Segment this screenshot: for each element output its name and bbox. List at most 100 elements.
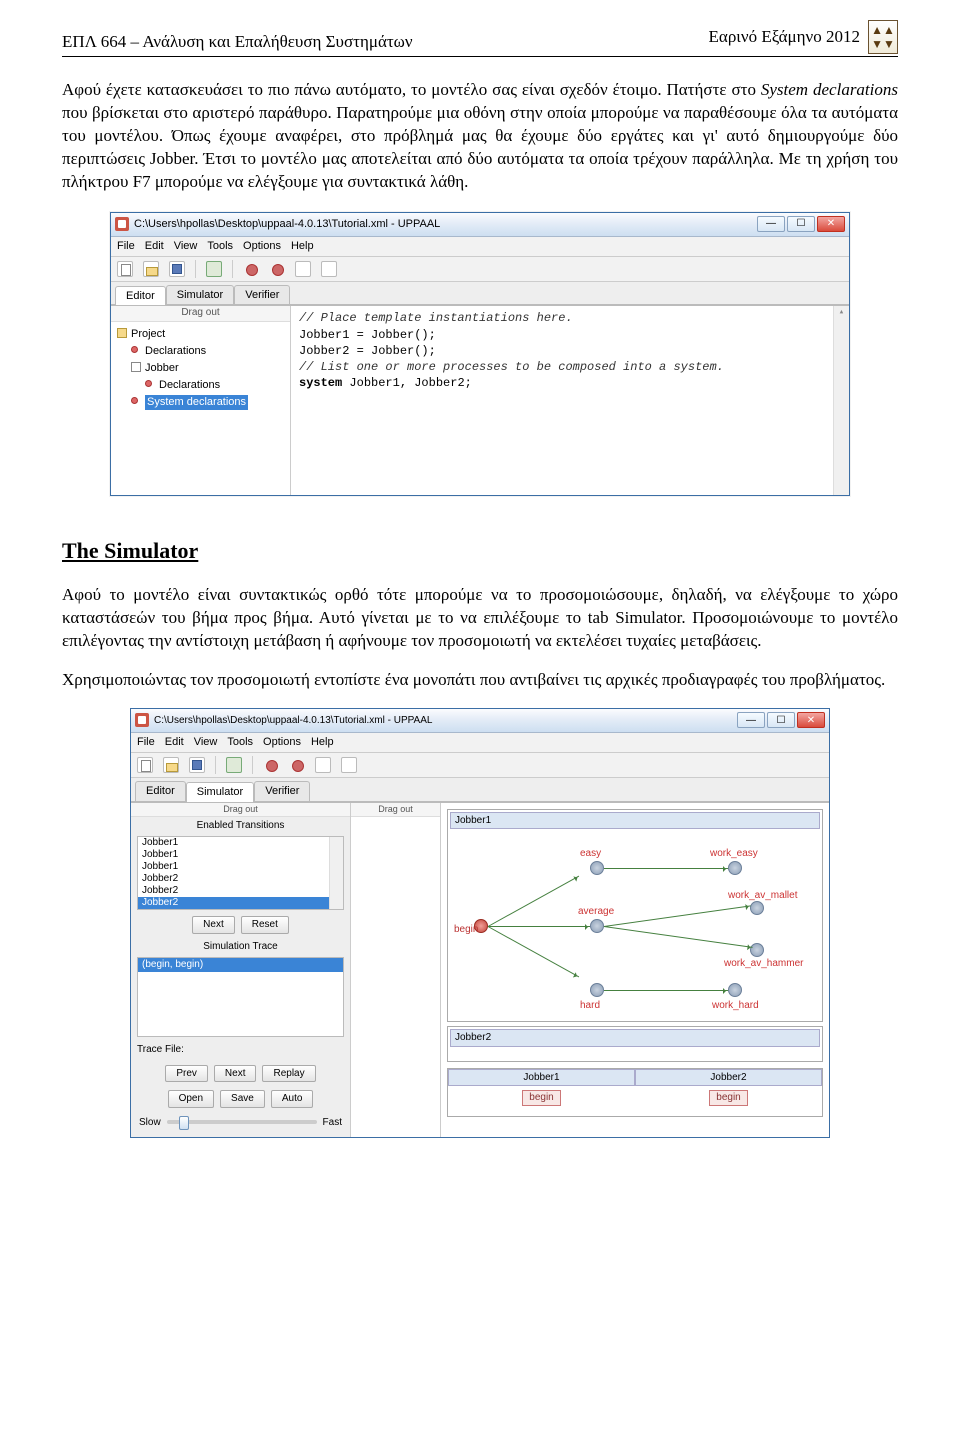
graph-edge [604,905,751,927]
intro-paragraph: Αφού έχετε κατασκευάσει το πιο πάνω αυτό… [62,79,898,194]
trace-file-label: Trace File: [131,1039,350,1061]
next-button[interactable]: Next [192,916,235,934]
prev-button[interactable]: Prev [165,1065,208,1083]
enabled-transitions-list[interactable]: Jobber1 Jobber1 Jobber1 Jobber2 Jobber2 … [137,836,344,910]
simulator-paragraph-2: Χρησιμοποιώντας τον προσομοιωτή εντοπίστ… [62,669,898,692]
tree-template-declarations[interactable]: Declarations [145,377,286,394]
seq-state-jobber1: begin [522,1090,560,1106]
automaton-graph[interactable]: begin average easy hard work_easy [450,831,820,1019]
list-item[interactable]: Jobber2 [138,897,343,909]
list-item[interactable]: Jobber1 [138,837,343,849]
tree-jobber-template[interactable]: Jobber [131,360,286,377]
menu-view[interactable]: View [194,735,218,750]
template-icon[interactable] [226,757,242,773]
sequence-diagram: Jobber1 Jobber2 begin begin [447,1068,823,1118]
save-icon[interactable] [169,261,185,277]
tab-verifier[interactable]: Verifier [254,781,310,801]
app-icon [115,217,129,231]
maximize-button[interactable]: ☐ [767,712,795,728]
code-editor[interactable]: // Place template instantiations here. J… [291,306,849,495]
maximize-button[interactable]: ☐ [787,216,815,232]
declarations-icon [131,397,138,404]
edge-tool-icon[interactable] [315,757,331,773]
node-work-hard[interactable] [728,983,742,997]
save-icon[interactable] [189,757,205,773]
close-button[interactable]: ✕ [797,712,825,728]
menu-edit[interactable]: Edit [165,735,184,750]
location-tool-icon[interactable] [243,261,259,277]
template-icon[interactable] [206,261,222,277]
menu-view[interactable]: View [174,239,198,254]
tab-verifier[interactable]: Verifier [234,285,290,305]
auto-button[interactable]: Auto [271,1090,314,1108]
tree-system-declarations[interactable]: System declarations [131,394,286,411]
tab-editor[interactable]: Editor [115,286,166,306]
menu-options[interactable]: Options [263,735,301,750]
list-item[interactable]: Jobber2 [138,873,343,885]
tab-simulator[interactable]: Simulator [166,285,234,305]
speed-slider[interactable] [167,1120,317,1124]
window-title: C:\Users\hpollas\Desktop\uppaal-4.0.13\T… [154,714,432,728]
nail-tool-icon[interactable] [341,757,357,773]
minimize-button[interactable]: — [757,216,785,232]
branch-tool-icon[interactable] [289,757,305,773]
nail-tool-icon[interactable] [321,261,337,277]
seq-col-jobber1: Jobber1 [448,1069,635,1087]
new-doc-icon[interactable] [117,261,133,277]
graph-edge [488,926,590,927]
menu-tools[interactable]: Tools [207,239,233,254]
drag-out-handle[interactable]: Drag out [111,306,290,322]
variables-panel: Drag out [351,803,441,1138]
save-button[interactable]: Save [220,1090,265,1108]
menu-help[interactable]: Help [311,735,334,750]
node-easy[interactable] [590,861,604,875]
node-average[interactable] [590,919,604,933]
menu-help[interactable]: Help [291,239,314,254]
branch-tool-icon[interactable] [269,261,285,277]
trace-row[interactable]: (begin, begin) [138,958,343,972]
open-button[interactable]: Open [168,1090,214,1108]
scrollbar[interactable] [833,306,849,495]
list-item[interactable]: Jobber2 [138,885,343,897]
main-tabs: Editor Simulator Verifier [111,282,849,306]
uppaal-simulator-screenshot: C:\Users\hpollas\Desktop\uppaal-4.0.13\T… [130,708,830,1138]
tab-simulator[interactable]: Simulator [186,782,254,802]
menu-bar: File Edit View Tools Options Help [131,733,829,753]
fast-label: Fast [323,1116,342,1130]
menu-file[interactable]: File [117,239,135,254]
menu-edit[interactable]: Edit [145,239,164,254]
tree-declarations[interactable]: Declarations [131,343,286,360]
menu-tools[interactable]: Tools [227,735,253,750]
automaton-view: Jobber1 begin average easy hard [441,803,829,1138]
open-icon[interactable] [163,757,179,773]
menu-options[interactable]: Options [243,239,281,254]
list-item[interactable]: Jobber1 [138,861,343,873]
edge-tool-icon[interactable] [295,261,311,277]
tree-project[interactable]: Project [117,326,286,343]
minimize-button[interactable]: — [737,712,765,728]
next-button[interactable]: Next [214,1065,257,1083]
node-hard[interactable] [590,983,604,997]
tab-editor[interactable]: Editor [135,781,186,801]
node-work-easy[interactable] [728,861,742,875]
institution-logo-icon: ▲▲▼▼ [868,20,898,54]
close-button[interactable]: ✕ [817,216,845,232]
declarations-icon [145,380,152,387]
scrollbar[interactable] [329,837,343,909]
new-doc-icon[interactable] [137,757,153,773]
graph-title: Jobber2 [450,1029,820,1047]
replay-button[interactable]: Replay [262,1065,315,1083]
app-icon [135,713,149,727]
open-icon[interactable] [143,261,159,277]
location-tool-icon[interactable] [263,757,279,773]
menu-file[interactable]: File [137,735,155,750]
reset-button[interactable]: Reset [241,916,289,934]
drag-out-handle[interactable]: Drag out [351,803,440,817]
toolbar [131,753,829,778]
simulation-trace-list[interactable]: (begin, begin) [137,957,344,1037]
jobber2-graph-frame: Jobber2 [447,1026,823,1062]
list-item[interactable]: Jobber1 [138,849,343,861]
window-title: C:\Users\hpollas\Desktop\uppaal-4.0.13\T… [134,217,440,232]
drag-out-handle[interactable]: Drag out [131,803,350,817]
node-work-av-mallet[interactable] [750,901,764,915]
